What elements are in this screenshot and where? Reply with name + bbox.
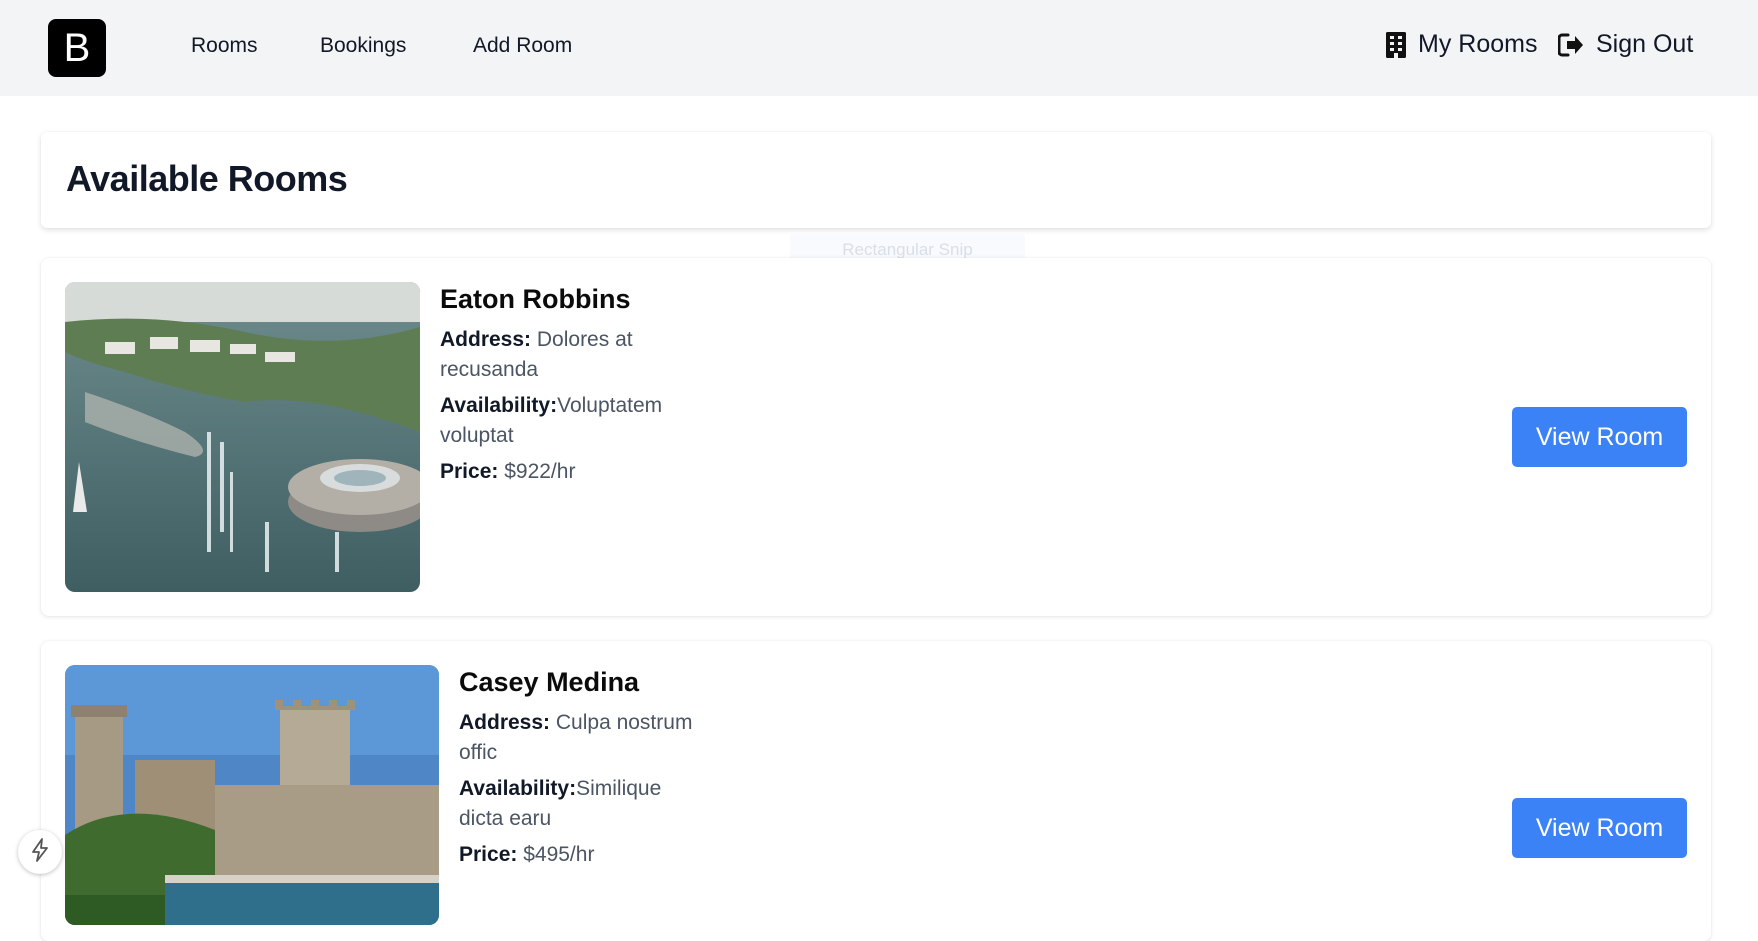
room-image bbox=[65, 282, 420, 592]
room-address: Address: Dolores at recusanda bbox=[440, 325, 690, 385]
sign-out-label: Sign Out bbox=[1596, 30, 1694, 58]
sign-out-icon bbox=[1558, 33, 1584, 57]
page-title: Available Rooms bbox=[66, 158, 348, 199]
room-info: Casey Medina Address: Culpa nostrum offi… bbox=[459, 667, 709, 876]
room-address: Address: Culpa nostrum offic bbox=[459, 708, 709, 768]
price-value: $495/hr bbox=[523, 843, 595, 866]
sign-out-link[interactable]: Sign Out bbox=[1558, 30, 1693, 59]
room-name: Casey Medina bbox=[459, 667, 640, 697]
room-info: Eaton Robbins Address: Dolores at recusa… bbox=[440, 284, 690, 493]
room-availability: Availability:Voluptatem voluptat bbox=[440, 391, 690, 451]
nav-link-rooms[interactable]: Rooms bbox=[191, 34, 258, 58]
room-card: Casey Medina Address: Culpa nostrum offi… bbox=[41, 641, 1711, 941]
room-card: Eaton Robbins Address: Dolores at recusa… bbox=[41, 258, 1711, 616]
top-navbar: B Rooms Bookings Add Room My Rooms Sign … bbox=[0, 0, 1758, 96]
room-availability: Availability:Similique dicta earu bbox=[459, 774, 709, 834]
nav-link-bookings[interactable]: Bookings bbox=[320, 34, 406, 58]
nav-link-add-room[interactable]: Add Room bbox=[473, 34, 572, 58]
view-room-button[interactable]: View Room bbox=[1512, 798, 1687, 858]
room-price: Price: $495/hr bbox=[459, 840, 709, 870]
page-header-card: Available Rooms bbox=[41, 132, 1711, 228]
price-value: $922/hr bbox=[504, 460, 576, 483]
room-image bbox=[65, 665, 439, 925]
building-icon bbox=[1386, 31, 1406, 58]
view-room-button[interactable]: View Room bbox=[1512, 407, 1687, 467]
price-label: Price: bbox=[459, 843, 518, 866]
availability-label: Availability: bbox=[440, 394, 558, 417]
brand-logo[interactable]: B bbox=[48, 19, 106, 77]
my-rooms-link[interactable]: My Rooms bbox=[1386, 30, 1537, 59]
my-rooms-label: My Rooms bbox=[1418, 30, 1538, 58]
price-label: Price: bbox=[440, 460, 499, 483]
availability-label: Availability: bbox=[459, 777, 577, 800]
address-label: Address: bbox=[440, 328, 532, 351]
bolt-icon bbox=[30, 837, 50, 867]
room-price: Price: $922/hr bbox=[440, 457, 690, 487]
bolt-fab-button[interactable] bbox=[18, 830, 62, 874]
address-label: Address: bbox=[459, 711, 551, 734]
room-name: Eaton Robbins bbox=[440, 284, 631, 314]
